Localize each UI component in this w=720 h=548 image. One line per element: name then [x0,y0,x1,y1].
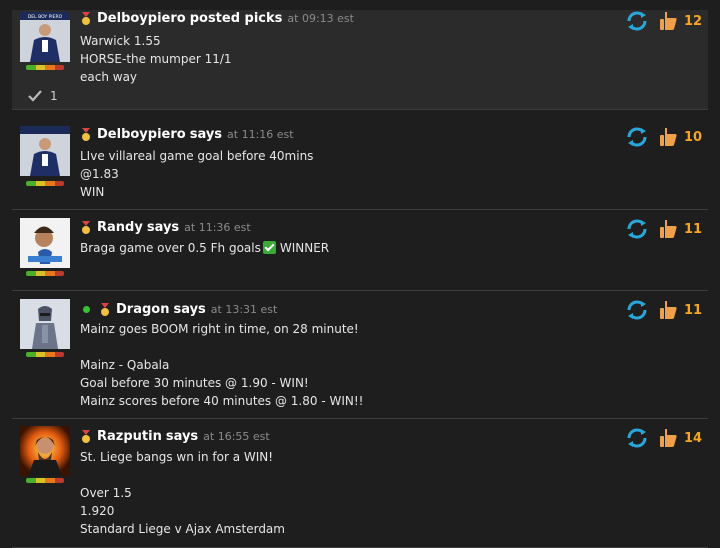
post-verb: says [146,220,180,235]
avatar[interactable] [20,126,70,176]
refresh-icon[interactable] [626,218,648,240]
check-icon [262,241,276,254]
like-count: 11 [684,302,703,318]
medal-icon [82,11,90,25]
post-header: Dragon says at 13:31 est [80,302,277,317]
online-indicator [83,306,90,313]
medal-icon [82,127,90,141]
avatar-caption: DEL BOY PIERO [28,14,63,20]
post-line: Mainz scores before 40 minutes @ 1.80 - … [80,394,364,408]
post-actions: 11 [626,299,703,321]
feed-post: Dragon says at 13:31 est Mainz goes BOOM… [12,291,708,419]
post-line: WIN [80,185,105,199]
feed-post: DEL BOY PIERO 1 Delboypiero posted picks… [12,10,708,110]
like-count: 14 [684,430,703,446]
feed-post: Razputin says at 16:55 est St. Liege ban… [12,419,708,548]
post-verb: posted picks [189,11,283,26]
post-header: Delboypiero posted picks at 09:13 est [80,11,354,26]
likes-received-count: 1 [50,89,58,103]
post-line: Braga game over 0.5 Fh goals [80,241,261,255]
post-line [80,338,363,356]
medal-icon [82,429,90,443]
post-author[interactable]: Dragon [116,302,169,317]
post-line [80,466,285,484]
post-body: Braga game over 0.5 Fh goals WINNER [80,239,329,257]
post-actions: 12 [626,10,703,32]
post-verb: says [165,429,199,444]
post-author[interactable]: Delboypiero [97,11,186,26]
post-actions: 10 [626,126,703,148]
reputation-bar [26,181,64,186]
post-author[interactable]: Randy [97,220,143,235]
refresh-icon[interactable] [626,427,648,449]
activity-feed: DEL BOY PIERO 1 Delboypiero posted picks… [0,0,720,548]
post-timestamp: at 13:31 est [210,303,278,316]
avatar[interactable] [20,299,70,349]
post-body: LIve villareal game goal before 40mins @1… [80,147,313,201]
post-line: LIve villareal game goal before 40mins [80,149,314,163]
post-line: HORSE-the mumper 11/1 [80,52,232,66]
feed-post: Randy says at 11:36 est Braga game over … [12,210,708,291]
post-timestamp: at 16:55 est [203,430,270,443]
post-line: Standard Liege v Ajax Amsterdam [80,522,285,536]
thumbs-up-icon[interactable] [658,428,678,448]
avatar[interactable] [20,426,70,476]
thumbs-up-icon[interactable] [658,219,678,239]
like-count: 12 [684,13,703,29]
avatar[interactable]: DEL BOY PIERO [20,12,70,62]
refresh-icon[interactable] [626,10,648,32]
like-count: 11 [684,221,703,237]
thumbs-up-icon[interactable] [658,127,678,147]
reputation-bar [26,478,64,483]
post-line: St. Liege bangs wn in for a WIN! [80,450,274,464]
medal-icon [82,220,90,234]
post-line: each way [80,70,138,84]
post-line: Warwick 1.55 [80,34,161,48]
post-timestamp: at 11:16 est [227,128,294,141]
feed-post: Delboypiero says at 11:16 est LIve villa… [12,118,708,210]
post-line: Mainz - Qabala [80,358,170,372]
post-line: Over 1.5 [80,486,132,500]
medal-icon [101,302,109,316]
refresh-icon[interactable] [626,299,648,321]
post-timestamp: at 09:13 est [287,12,354,25]
post-body: Warwick 1.55 HORSE-the mumper 11/1 each wa… [80,32,232,86]
post-body: Mainz goes BOOM right in time, on 28 min… [80,320,363,410]
post-actions: 14 [626,427,703,449]
avatar[interactable] [20,218,70,268]
thumbs-up-icon[interactable] [658,300,678,320]
post-author[interactable]: Delboypiero [97,127,186,142]
post-timestamp: at 11:36 est [184,221,251,234]
reputation-bar [26,271,64,276]
likes-received: 1 [28,89,58,103]
post-line: 1.920 [80,504,115,518]
post-line: Mainz goes BOOM right in time, on 28 min… [80,322,359,336]
reputation-bar [26,352,64,357]
thumbs-up-icon[interactable] [658,11,678,31]
like-count: 10 [684,129,703,145]
post-author[interactable]: Razputin [97,429,162,444]
post-line: Goal before 30 minutes @ 1.90 - WIN! [80,376,309,390]
post-verb: says [189,127,223,142]
post-body: St. Liege bangs wn in for a WIN! Over 1.5… [80,448,285,538]
reputation-bar [26,65,64,70]
post-header: Delboypiero says at 11:16 est [80,127,294,142]
post-actions: 11 [626,218,703,240]
post-line: @1.83 [80,167,119,181]
check-icon [28,90,42,102]
refresh-icon[interactable] [626,126,648,148]
post-header: Randy says at 11:36 est [80,220,251,235]
post-line: WINNER [279,241,330,255]
post-verb: says [173,302,206,317]
post-header: Razputin says at 16:55 est [80,429,270,444]
